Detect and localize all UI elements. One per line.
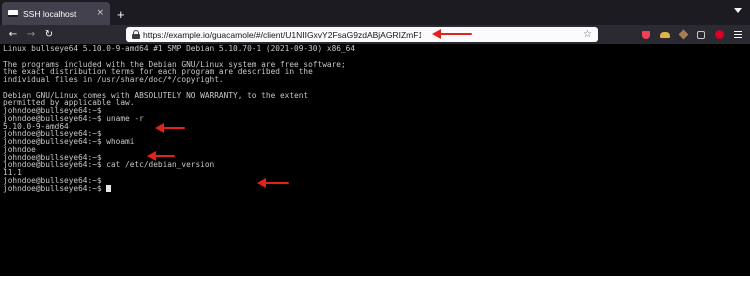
terminal-line: 5.10.0-9-amd64 [3,121,69,131]
tab-title: SSH localhost [23,8,77,19]
close-tab-icon[interactable]: × [96,9,104,18]
lock-icon[interactable] [132,30,140,39]
back-button[interactable]: ← [6,29,20,40]
address-bar[interactable]: https://example.io/guacamole/#/client/U1… [126,27,598,42]
record-extension-icon[interactable] [715,30,724,39]
terminal-cursor [106,184,112,192]
terminal-line: Linux bullseye64 5.10.0-9-amd64 #1 SMP D… [3,44,356,53]
annotation-arrow-uname [155,123,185,133]
list-all-tabs-icon[interactable] [734,8,742,13]
terminal-prompt-line[interactable]: johndoe@bullseye64:~$ [3,183,750,193]
annotation-arrow-debian-version [257,178,289,188]
extension-hat-icon[interactable] [660,31,670,38]
terminal-prompt: johndoe@bullseye64:~$ [3,183,107,193]
terminal-line: johndoe@bullseye64:~$ cat /etc/debian_ve… [3,160,215,170]
navigation-toolbar: ← → ↻ https://example.io/guacamole/#/cli… [0,25,750,44]
terminal-line: individual files in /usr/share/doc/*/cop… [3,75,224,84]
terminal-line: johndoe [3,144,36,154]
annotation-arrow-whoami [147,151,175,161]
ssh-terminal[interactable]: Linux bullseye64 5.10.0-9-amd64 #1 SMP D… [0,44,750,276]
terminal-line: johndoe@bullseye64:~$ [3,175,102,185]
terminal-line: permitted by applicable law. [3,98,135,108]
terminal-line: 11.1 [3,168,22,177]
terminal-line: johndoe@bullseye64:~$ whoami [3,137,135,146]
new-tab-button[interactable]: + [117,8,125,21]
reload-button[interactable]: ↻ [42,29,56,40]
forward-button[interactable]: → [24,29,38,40]
pocket-icon[interactable] [642,30,650,39]
terminal-favicon-icon [8,10,18,17]
url-text[interactable]: https://example.io/guacamole/#/client/U1… [143,30,421,40]
extension-cube-icon[interactable] [678,29,689,40]
browser-tab-strip: SSH localhost × + [0,0,750,25]
page-bottom-margin [0,276,750,288]
tab-ssh-localhost[interactable]: SSH localhost × [2,2,110,25]
extensions-puzzle-icon[interactable] [697,30,705,39]
terminal-line: johndoe@bullseye64:~$ uname -r [3,113,144,123]
toolbar-extensions [642,25,750,44]
bookmark-star-icon[interactable]: ☆ [583,28,592,41]
hamburger-menu-icon[interactable] [734,31,742,38]
annotation-arrow-url [432,29,472,39]
